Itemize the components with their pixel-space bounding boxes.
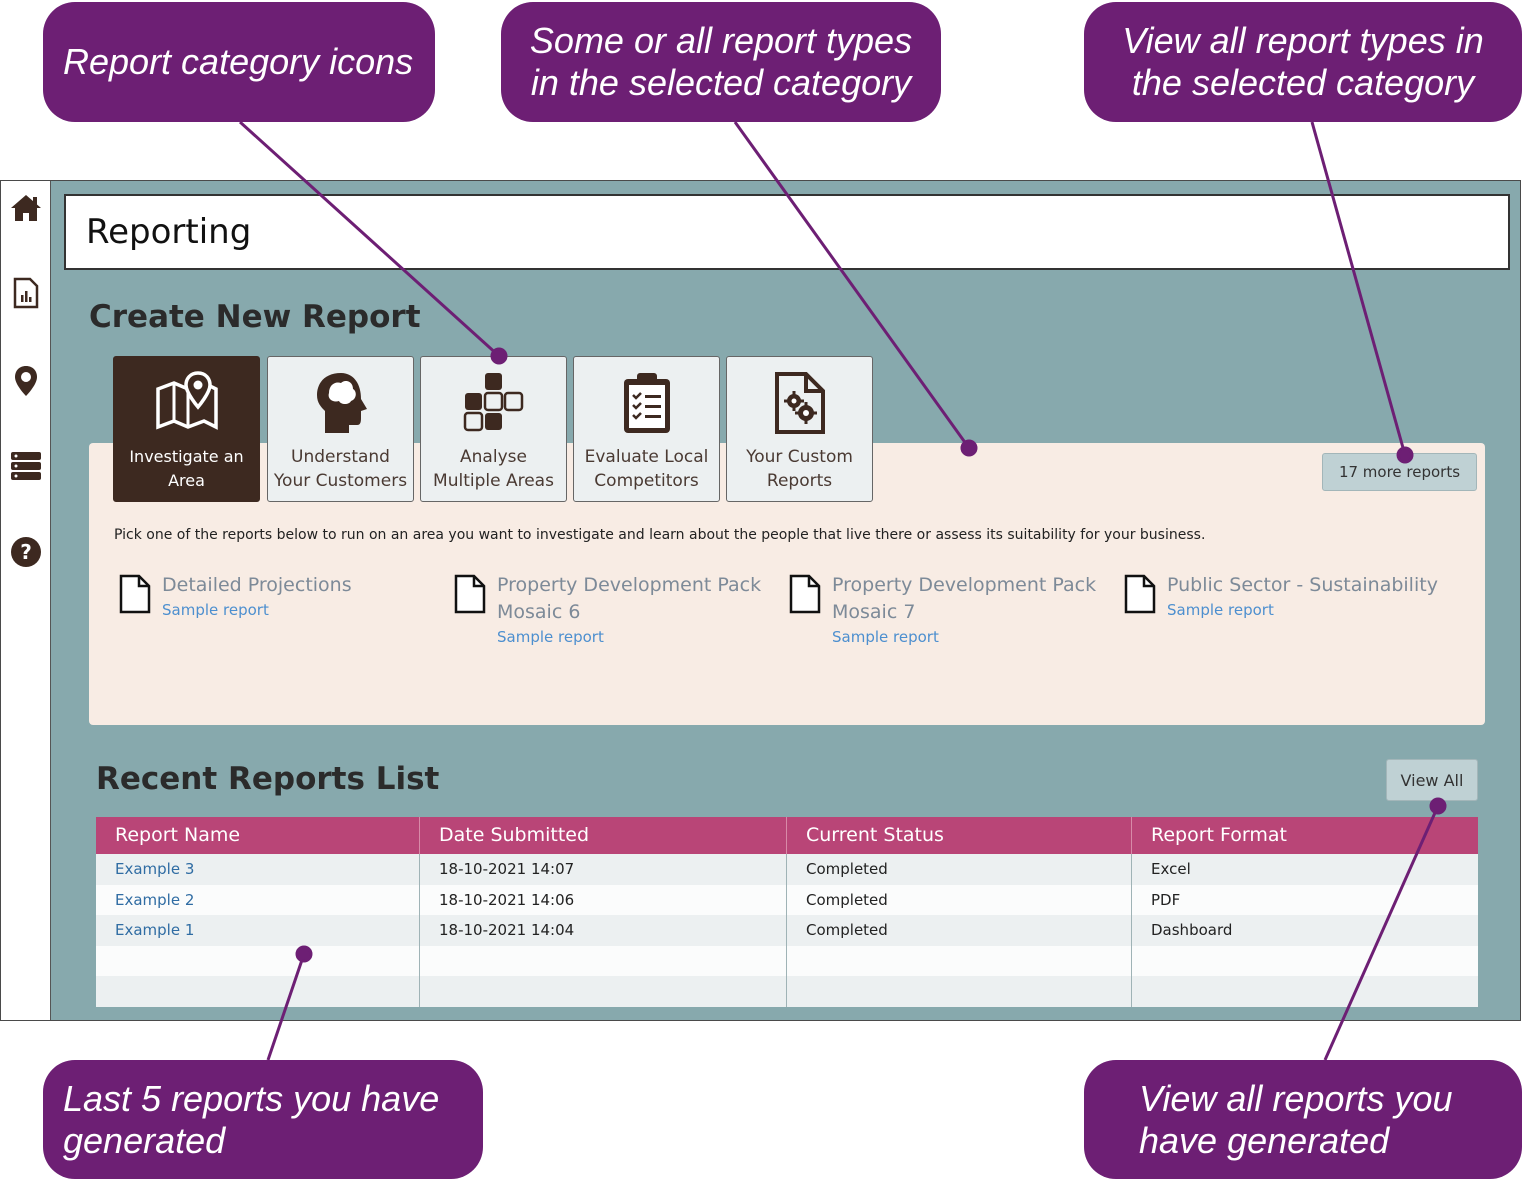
status-cell: Completed <box>787 915 1132 946</box>
date-cell: 18-10-2021 14:06 <box>420 884 787 915</box>
svg-text:?: ? <box>20 540 32 564</box>
empty-cell <box>96 976 420 1007</box>
sample-report-link[interactable]: Sample report <box>162 601 269 619</box>
page-title: Reporting <box>86 212 252 252</box>
table-row <box>96 945 1478 977</box>
report-name[interactable]: Property Development Pack Mosaic 6 <box>497 572 777 626</box>
sidebar: ? <box>1 181 51 1020</box>
recent-reports-table: Report Name Date Submitted Current Statu… <box>96 817 1478 1007</box>
empty-cell <box>420 976 787 1007</box>
report-icon[interactable] <box>9 276 43 310</box>
callout-text: Some or all report types in the selected… <box>529 20 913 103</box>
format-cell: PDF <box>1151 890 1181 909</box>
table-header: Report Name Date Submitted Current Statu… <box>96 817 1478 854</box>
category-analyse-multiple-areas[interactable]: Analyse Multiple Areas <box>420 356 567 502</box>
help-icon[interactable]: ? <box>9 535 43 569</box>
callout-some-reports: Some or all report types in the selected… <box>501 2 941 122</box>
format-cell: Excel <box>1151 860 1191 878</box>
table-row: Example 3 18-10-2021 14:07 Completed Exc… <box>96 854 1478 885</box>
callout-text: View all report types in the selected ca… <box>1122 20 1484 103</box>
blocks-icon <box>421 371 566 437</box>
view-all-button[interactable]: View All <box>1386 759 1478 801</box>
empty-cell <box>787 945 1132 976</box>
page-header: Reporting <box>64 194 1510 270</box>
empty-cell <box>1132 976 1478 1007</box>
category-label: Investigate an Area <box>129 447 244 490</box>
status-cell: Completed <box>787 854 1132 885</box>
callout-last-five: Last 5 reports you have generated <box>43 1060 483 1179</box>
category-investigate-area[interactable]: Investigate an Area <box>113 356 260 502</box>
report-name[interactable]: Property Development Pack Mosaic 7 <box>832 572 1112 626</box>
report-name-link[interactable]: Example 2 <box>96 884 420 915</box>
document-icon <box>119 574 151 614</box>
table-row <box>96 976 1478 1007</box>
category-label: Analyse Multiple Areas <box>433 447 554 491</box>
home-icon[interactable] <box>9 191 43 225</box>
report-name-link[interactable]: Example 3 <box>96 854 420 885</box>
document-icon <box>454 574 486 614</box>
category-label: Your Custom Reports <box>746 447 853 491</box>
table-row: Example 2 18-10-2021 14:06 Completed PDF <box>96 884 1478 915</box>
column-header[interactable]: Date Submitted <box>420 817 787 854</box>
category-understand-customers[interactable]: Understand Your Customers <box>267 356 414 502</box>
sample-report-link[interactable]: Sample report <box>497 628 604 646</box>
callout-icons: Report category icons <box>43 2 435 122</box>
database-icon[interactable] <box>9 449 43 483</box>
document-icon <box>1124 574 1156 614</box>
report-name[interactable]: Public Sector - Sustainability <box>1167 572 1447 599</box>
sample-report-link[interactable]: Sample report <box>832 628 939 646</box>
sample-report-link[interactable]: Sample report <box>1167 601 1274 619</box>
empty-cell <box>787 976 1132 1007</box>
report-name[interactable]: Detailed Projections <box>162 572 442 599</box>
format-cell: Dashboard <box>1151 921 1233 939</box>
date-cell: 18-10-2021 14:07 <box>420 854 787 885</box>
callout-view-all-reports: View all reports you have generated <box>1084 1060 1522 1179</box>
gear-document-icon <box>727 371 872 437</box>
app-window: ? Reporting Create New Report 17 more re… <box>0 180 1521 1021</box>
callout-text: Last 5 reports you have generated <box>63 1077 440 1161</box>
callout-view-all-types: View all report types in the selected ca… <box>1084 2 1522 122</box>
map-pin-area-icon <box>114 371 259 437</box>
callout-text: Report category icons <box>63 41 414 82</box>
empty-cell <box>420 945 787 976</box>
empty-cell <box>96 945 420 976</box>
report-name-link[interactable]: Example 1 <box>96 915 420 946</box>
category-description: Pick one of the reports below to run on … <box>114 527 1206 543</box>
table-row: Example 1 18-10-2021 14:04 Completed Das… <box>96 915 1478 946</box>
date-cell: 18-10-2021 14:04 <box>420 915 787 946</box>
more-reports-button[interactable]: 17 more reports <box>1322 453 1477 491</box>
clipboard-icon <box>574 371 719 437</box>
column-header[interactable]: Report Name <box>96 817 420 854</box>
callout-text: View all reports you have generated <box>1139 1077 1453 1161</box>
category-evaluate-competitors[interactable]: Evaluate Local Competitors <box>573 356 720 502</box>
document-icon <box>789 574 821 614</box>
head-icon <box>268 371 413 437</box>
column-header[interactable]: Report Format <box>1132 817 1478 854</box>
empty-cell <box>1132 946 1478 977</box>
recent-reports-title: Recent Reports List <box>96 761 440 797</box>
create-report-title: Create New Report <box>89 299 421 335</box>
category-label: Evaluate Local Competitors <box>584 447 709 491</box>
category-label: Understand Your Customers <box>273 447 408 491</box>
map-pin-icon[interactable] <box>9 364 43 398</box>
category-custom-reports[interactable]: Your Custom Reports <box>726 356 873 502</box>
status-cell: Completed <box>787 884 1132 915</box>
column-header[interactable]: Current Status <box>787 817 1132 854</box>
